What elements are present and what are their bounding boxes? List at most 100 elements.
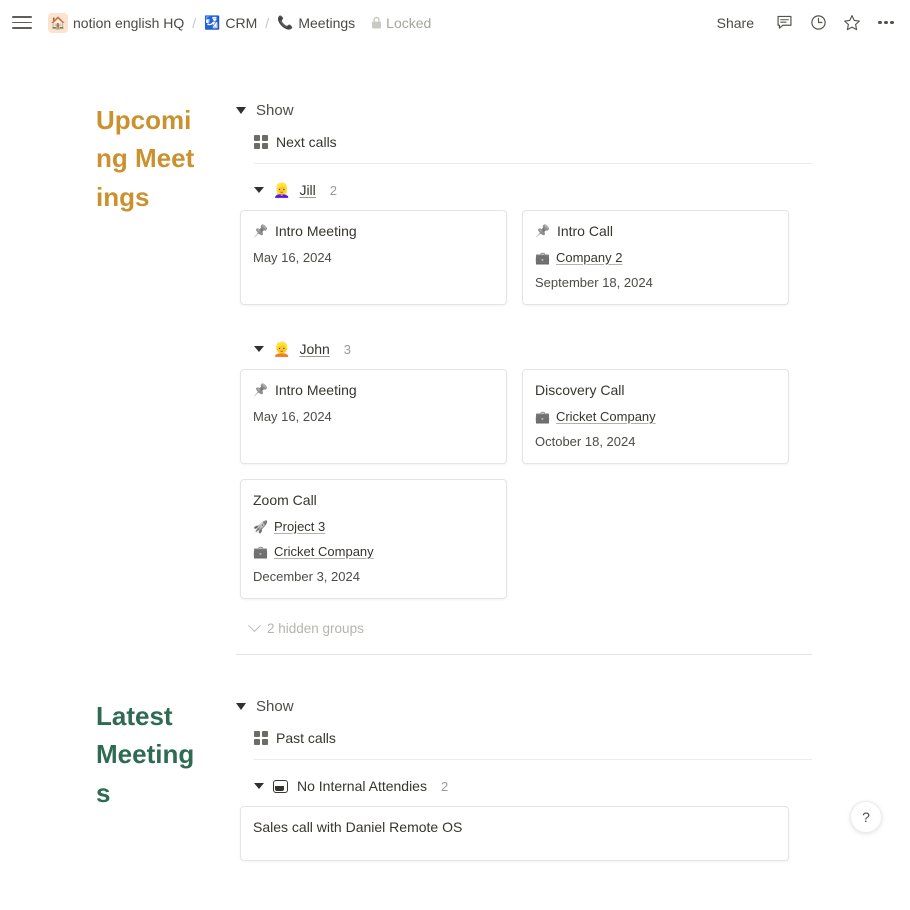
favorite-star-icon[interactable]	[842, 13, 862, 33]
locked-label: Locked	[386, 14, 432, 31]
group-name[interactable]: John	[299, 341, 329, 357]
section-divider	[236, 654, 812, 655]
view-divider	[254, 759, 812, 760]
history-clock-icon[interactable]	[808, 13, 828, 33]
group-count: 2	[329, 182, 338, 198]
breadcrumb-label: CRM	[225, 14, 258, 31]
breadcrumb-label: Meetings	[298, 14, 356, 31]
view-label: Past calls	[276, 730, 336, 746]
card-title: Intro Meeting	[274, 382, 357, 398]
card-title: Discovery Call	[535, 382, 625, 398]
card-relation-company[interactable]: 💼 Cricket Company	[253, 544, 494, 559]
comments-icon[interactable]	[774, 13, 794, 33]
group-name[interactable]: No Internal Attendies	[297, 778, 427, 794]
briefcase-icon: 💼	[535, 409, 550, 424]
view-tab-next-calls[interactable]: Next calls	[236, 125, 812, 159]
top-bar: 🏠 notion english HQ / 🛂 CRM / 📞 Meetings…	[0, 0, 910, 45]
help-button[interactable]: ?	[850, 801, 882, 833]
triangle-down-icon	[254, 783, 264, 789]
card-date: September 18, 2024	[535, 275, 653, 290]
toggle-show-latest[interactable]: Show	[236, 691, 812, 721]
triangle-down-icon	[254, 346, 264, 352]
hamburger-icon[interactable]	[12, 12, 34, 34]
relation-label[interactable]: Company 2	[556, 250, 622, 265]
section-upcoming-meetings: Upcoming Meetings Show Next calls 👱‍♀️ J…	[0, 45, 910, 655]
passport-icon: 🛂	[204, 15, 221, 30]
card-title-row: Discovery Call	[535, 382, 776, 398]
page-title-upcoming: Upcoming Meetings	[96, 105, 195, 212]
breadcrumb-separator: /	[265, 14, 270, 31]
relation-label[interactable]: Cricket Company	[274, 544, 374, 559]
section-latest-meetings: Latest Meetings Show Past calls No Inter…	[0, 655, 910, 861]
breadcrumb-separator: /	[192, 14, 197, 31]
section-body-latest: Show Past calls No Internal Attendies 2 …	[196, 691, 910, 861]
show-label: Show	[256, 697, 294, 715]
rocket-icon: 🚀	[253, 519, 268, 534]
question-mark-icon: ?	[862, 809, 870, 825]
inbox-tray-icon	[273, 779, 288, 793]
card-title-row: Zoom Call	[253, 492, 494, 508]
group-header-john[interactable]: 👱 John 3	[236, 329, 812, 369]
top-bar-actions: Share	[711, 12, 896, 34]
card-title: Zoom Call	[253, 492, 317, 508]
card-title-row: 📌 Intro Call	[535, 223, 776, 239]
card-gallery-jill: 📌 Intro Meeting May 16, 2024 📌 Intro Cal…	[236, 210, 812, 305]
card-date: October 18, 2024	[535, 434, 636, 449]
card-gallery-past: Sales call with Daniel Remote OS	[236, 806, 812, 861]
hidden-groups-label: 2 hidden groups	[267, 621, 364, 636]
card-date: December 3, 2024	[253, 569, 360, 584]
chevron-down-icon	[248, 619, 261, 633]
triangle-down-icon	[236, 106, 246, 114]
pushpin-icon: 📌	[535, 224, 550, 238]
card-zoom-call[interactable]: Zoom Call 🚀 Project 3 💼 Cricket Company …	[240, 479, 507, 599]
view-tab-past-calls[interactable]: Past calls	[236, 721, 812, 755]
briefcase-icon: 💼	[253, 544, 268, 559]
house-icon: 🏠	[48, 12, 68, 33]
gallery-grid-icon	[254, 731, 268, 745]
group-name[interactable]: Jill	[299, 182, 315, 198]
card-title: Intro Meeting	[274, 223, 357, 239]
card-sales-call[interactable]: Sales call with Daniel Remote OS	[240, 806, 789, 861]
view-label: Next calls	[276, 134, 337, 150]
avatar: 👱‍♀️	[273, 182, 291, 198]
breadcrumb-label: notion english HQ	[73, 14, 185, 31]
section-body-upcoming: Show Next calls 👱‍♀️ Jill 2 📌 Intro Meet…	[196, 95, 910, 655]
card-title-row: Sales call with Daniel Remote OS	[253, 819, 776, 835]
group-count: 2	[440, 778, 449, 794]
gallery-grid-icon	[254, 135, 268, 149]
share-button[interactable]: Share	[711, 12, 760, 34]
briefcase-icon: 💼	[535, 250, 550, 265]
telephone-ring-icon: 📞	[277, 15, 294, 30]
card-gallery-john: 📌 Intro Meeting May 16, 2024 Discovery C…	[236, 369, 812, 599]
card-relation-company[interactable]: 💼 Cricket Company	[535, 409, 776, 424]
card-intro-meeting[interactable]: 📌 Intro Meeting May 16, 2024	[240, 369, 507, 464]
more-options-icon[interactable]	[876, 13, 896, 33]
card-relation-project[interactable]: 🚀 Project 3	[253, 519, 494, 534]
card-intro-call[interactable]: 📌 Intro Call 💼 Company 2 September 18, 2…	[522, 210, 789, 305]
view-divider	[254, 163, 812, 164]
card-intro-meeting[interactable]: 📌 Intro Meeting May 16, 2024	[240, 210, 507, 305]
hidden-groups-toggle[interactable]: 2 hidden groups	[236, 619, 812, 636]
breadcrumb-item-crm[interactable]: 🛂 CRM	[200, 13, 261, 33]
triangle-down-icon	[254, 187, 264, 193]
card-discovery-call[interactable]: Discovery Call 💼 Cricket Company October…	[522, 369, 789, 464]
breadcrumb-item-meetings[interactable]: 📞 Meetings	[273, 13, 359, 33]
page-title-latest: Latest Meetings	[96, 701, 195, 808]
group-count: 3	[343, 341, 352, 357]
avatar: 👱	[273, 341, 291, 357]
toggle-show-upcoming[interactable]: Show	[236, 95, 812, 125]
page-content: Upcoming Meetings Show Next calls 👱‍♀️ J…	[0, 45, 910, 861]
show-label: Show	[256, 101, 294, 119]
card-title: Intro Call	[556, 223, 613, 239]
locked-badge: Locked	[371, 15, 431, 31]
card-title-row: 📌 Intro Meeting	[253, 223, 494, 239]
group-header-no-internal-attendies[interactable]: No Internal Attendies 2	[236, 766, 812, 806]
relation-label[interactable]: Project 3	[274, 519, 325, 534]
pushpin-icon: 📌	[253, 383, 268, 397]
pushpin-icon: 📌	[253, 224, 268, 238]
group-header-jill[interactable]: 👱‍♀️ Jill 2	[236, 170, 812, 210]
relation-label[interactable]: Cricket Company	[556, 409, 656, 424]
card-relation-company[interactable]: 💼 Company 2	[535, 250, 776, 265]
triangle-down-icon	[236, 702, 246, 710]
breadcrumb-item-notion-english-hq[interactable]: 🏠 notion english HQ	[44, 11, 188, 35]
